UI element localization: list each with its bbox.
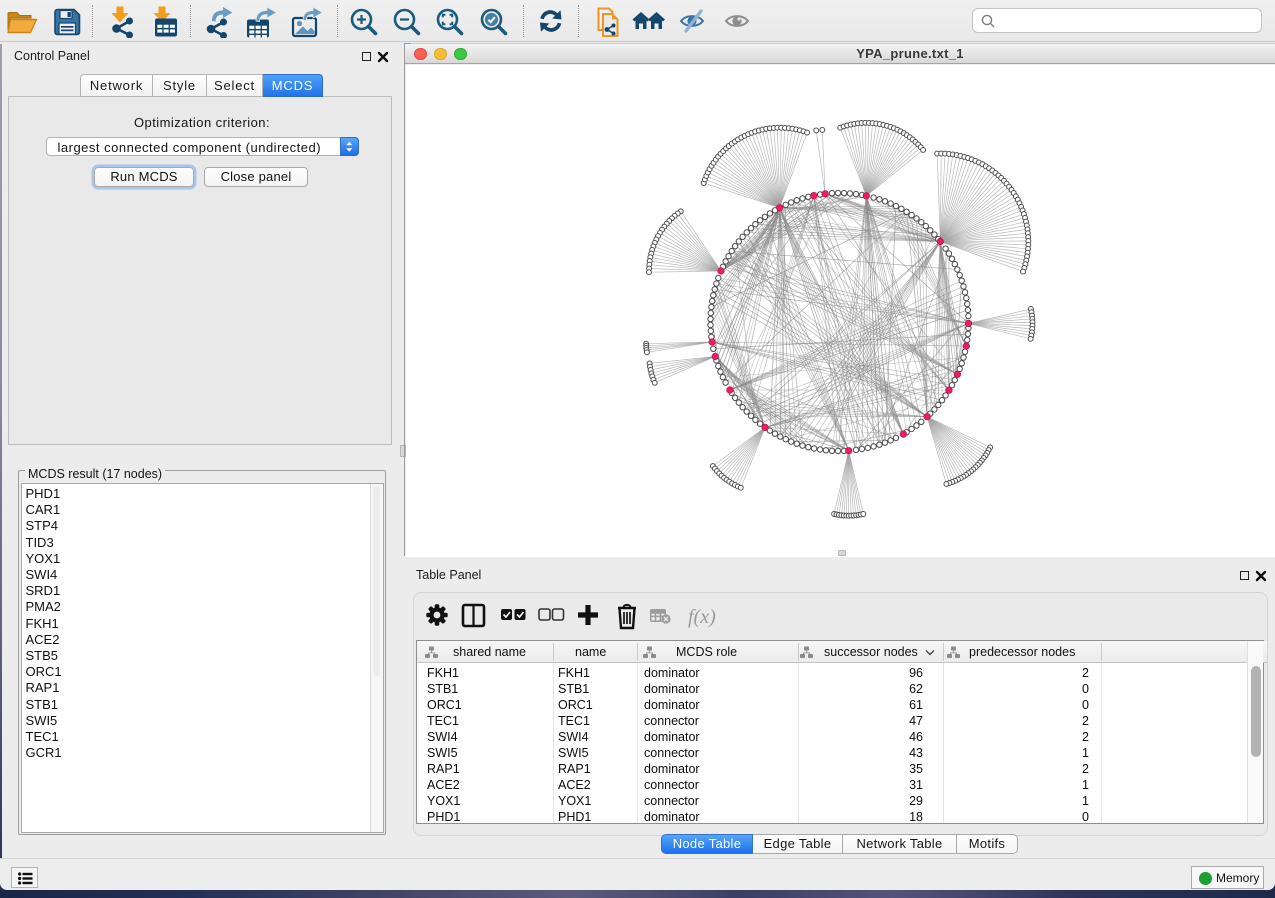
svg-text:f(x): f(x): [688, 606, 716, 628]
